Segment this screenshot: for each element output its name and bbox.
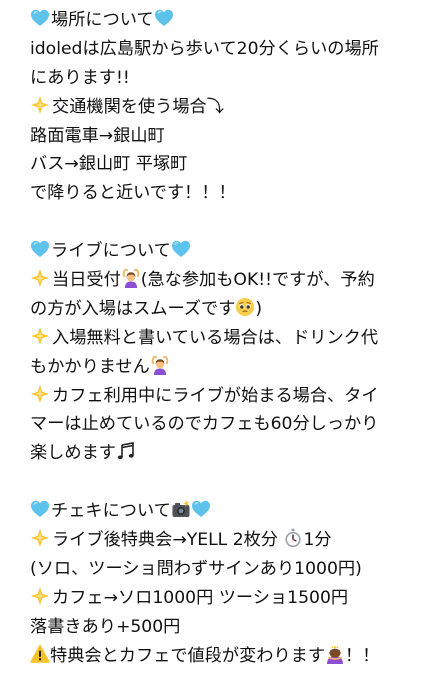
text-line: 交通機関を使う場合⤵ — [30, 93, 422, 122]
musical-notes-icon — [116, 441, 136, 461]
note-section: 場所について idoledは広島駅から歩いて20分くらいの場所 にあります!! 交通機… — [30, 6, 422, 208]
line-text: ライブ後特典会→YELL 2枚分 — [52, 530, 284, 551]
pleading-face-icon — [235, 297, 255, 317]
warning-icon — [30, 644, 50, 664]
text-line: 落書きあり+500円 — [30, 613, 422, 642]
camera-flash-icon — [171, 499, 191, 519]
text-line: で降りると近いです！！！ — [30, 179, 422, 208]
blue-heart-icon — [30, 499, 50, 519]
line-text: 場所について — [51, 10, 154, 30]
line-text: バス→銀山町 平塚町 — [30, 154, 188, 175]
text-line: (ソロ、ツーショ問わずサインあり1000円) — [30, 555, 422, 584]
line-text: にあります!! — [30, 67, 130, 88]
text-line: にあります!! — [30, 64, 422, 93]
line-text: チェキについて — [51, 501, 171, 522]
sparkle-star-icon — [30, 586, 50, 606]
text-line: バス→銀山町 平塚町 — [30, 150, 422, 179]
line-text: (急な参加もOK!!ですが、予約 — [140, 270, 375, 291]
line-text: 入場無料と書いている場合は、ドリンク代 — [52, 327, 379, 348]
text-line: 楽しめます — [30, 439, 422, 468]
blue-heart-icon — [30, 8, 50, 28]
line-text: マーは止めているのでカフェも60分しっかり — [30, 414, 379, 435]
person-bowing-icon — [325, 644, 345, 664]
person-gesturing-ok-icon — [121, 268, 141, 289]
line-text: の方が入場はスムーズです — [30, 298, 236, 319]
line-text: 1分 — [303, 530, 332, 551]
text-line: ライブについて — [30, 237, 422, 266]
line-text: カフェ利用中にライブが始まる場合、タイ — [52, 385, 379, 406]
text-line: カフェ→ソロ1000円 ツーショ1500円 — [30, 584, 422, 613]
text-line: 入場無料と書いている場合は、ドリンク代 — [30, 324, 422, 353]
note-section: チェキについてライブ後特典会→YELL 2枚分 1分 (ソロ、ツーショ問わずサイン… — [30, 497, 422, 670]
note-section: ライブについて 当日受付 (急な参加もOK!!ですが、予約の方が入場はスムーズです)… — [30, 237, 422, 468]
line-text: 当日受付 — [52, 270, 121, 291]
text-line: の方が入場はスムーズです) — [30, 295, 422, 324]
line-text: 特典会とカフェで値段が変わります — [50, 645, 326, 666]
line-text: で降りると近いです！！！ — [30, 183, 236, 204]
sparkle-star-icon — [30, 384, 50, 404]
stopwatch-icon — [283, 528, 303, 548]
line-text: 交通機関を使う場合⤵ — [52, 96, 224, 117]
sparkle-star-icon — [30, 326, 50, 346]
line-text: (ソロ、ツーショ問わずサインあり1000円) — [30, 558, 362, 579]
line-text: 路面電車→銀山町 — [30, 125, 165, 146]
line-text: ！！ — [345, 645, 380, 666]
text-line: ライブ後特典会→YELL 2枚分 1分 — [30, 526, 422, 555]
blue-heart-icon — [30, 239, 50, 259]
blue-heart-icon — [171, 239, 191, 259]
text-line: チェキについて — [30, 497, 422, 526]
text-line: カフェ利用中にライブが始まる場合、タイ — [30, 382, 422, 411]
text-line: 路面電車→銀山町 — [30, 122, 422, 151]
blue-heart-icon — [154, 8, 174, 28]
text-line: 当日受付 (急な参加もOK!!ですが、予約 — [30, 266, 422, 295]
note-body: 場所について idoledは広島駅から歩いて20分くらいの場所 にあります!! 交通機… — [30, 6, 422, 670]
line-text: もかかりません — [30, 356, 150, 377]
text-line: idoledは広島駅から歩いて20分くらいの場所 — [30, 35, 422, 64]
text-line: 場所について — [30, 6, 422, 35]
line-text: idoledは広島駅から歩いて20分くらいの場所 — [30, 38, 379, 59]
person-gesturing-ok-icon — [150, 355, 170, 375]
line-text: 楽しめます — [30, 443, 116, 464]
sparkle-star-icon — [30, 95, 50, 115]
line-text: ) — [255, 298, 263, 319]
blue-heart-icon — [191, 499, 211, 519]
line-text: ライブについて — [51, 241, 171, 262]
sparkle-star-icon — [30, 528, 50, 548]
text-line: 特典会とカフェで値段が変わります ！！ — [30, 642, 422, 671]
note-page: 場所について idoledは広島駅から歩いて20分くらいの場所 にあります!! 交通機… — [0, 0, 428, 680]
text-line: マーは止めているのでカフェも60分しっかり — [30, 410, 422, 439]
text-line: もかかりません — [30, 353, 422, 382]
line-text: カフェ→ソロ1000円 ツーショ1500円 — [52, 587, 349, 608]
line-text: 落書きあり+500円 — [30, 616, 181, 637]
sparkle-star-icon — [30, 268, 50, 288]
